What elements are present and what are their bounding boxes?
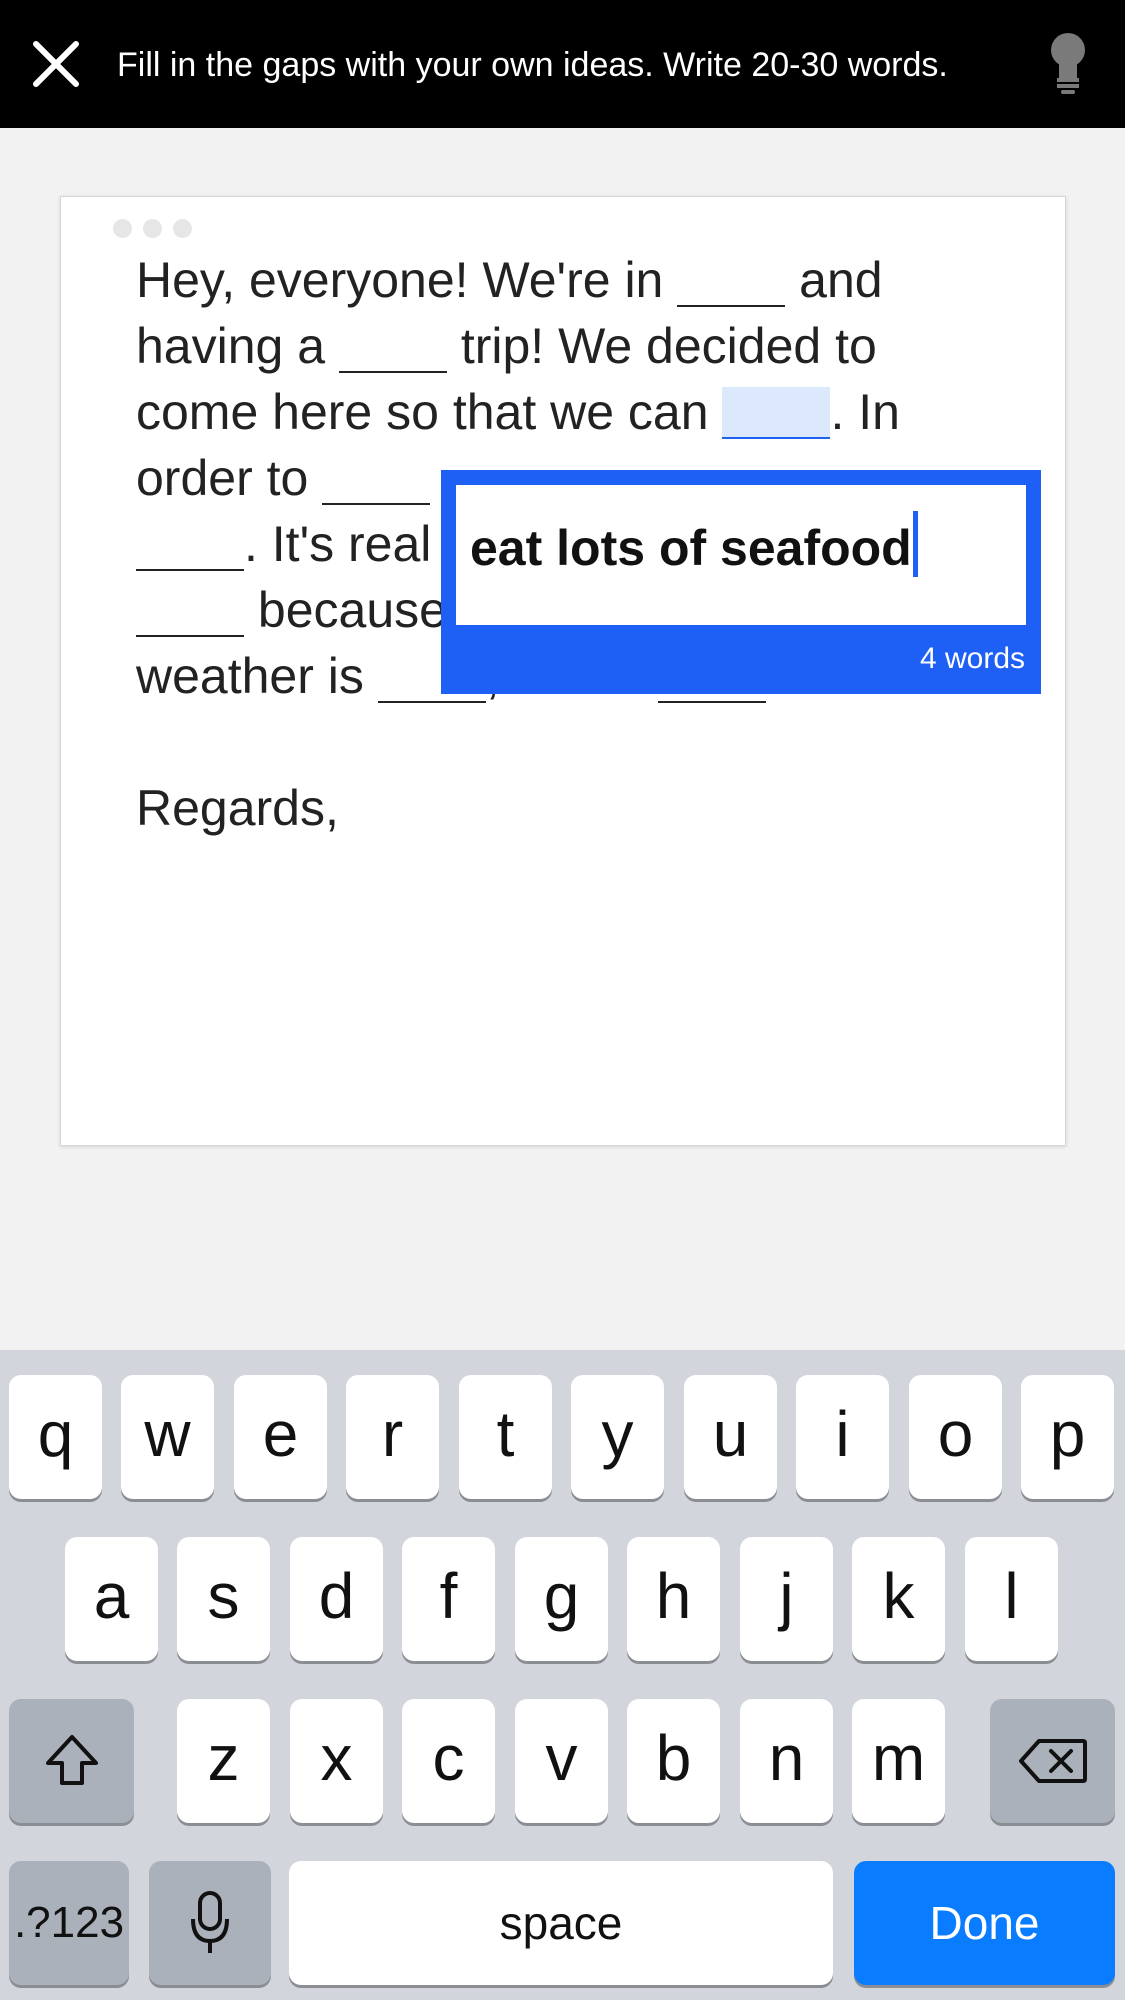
key-z[interactable]: z bbox=[177, 1699, 270, 1823]
key-p[interactable]: p bbox=[1021, 1375, 1114, 1499]
text-line: come here so that we can . In bbox=[136, 379, 1036, 445]
hint-button[interactable] bbox=[1046, 30, 1090, 96]
space-key[interactable]: space bbox=[289, 1861, 833, 1985]
key-k[interactable]: k bbox=[852, 1537, 945, 1661]
key-a[interactable]: a bbox=[65, 1537, 158, 1661]
key-s[interactable]: s bbox=[177, 1537, 270, 1661]
key-g[interactable]: g bbox=[515, 1537, 608, 1661]
more-options-icon[interactable] bbox=[113, 219, 203, 239]
text-segment: trip! We decided to bbox=[446, 318, 877, 374]
on-screen-keyboard: q w e r t y u i o p a s d f g h j k l z … bbox=[0, 1350, 1125, 2000]
closing-text: Regards, bbox=[136, 780, 339, 836]
key-x[interactable]: x bbox=[290, 1699, 383, 1823]
key-y[interactable]: y bbox=[571, 1375, 664, 1499]
backspace-icon bbox=[1018, 1739, 1087, 1783]
text-segment: weather is bbox=[136, 648, 378, 704]
gap-editor-popup: eat lots of seafood 4 words bbox=[441, 470, 1041, 694]
gap-blank[interactable] bbox=[338, 321, 447, 373]
text-segment: because bbox=[244, 582, 447, 638]
top-bar: Fill in the gaps with your own ideas. Wr… bbox=[0, 0, 1125, 128]
gap-answer-input[interactable]: eat lots of seafood bbox=[456, 485, 1026, 625]
text-segment: . It's real bbox=[244, 516, 432, 572]
gap-answer-value: eat lots of seafood bbox=[470, 520, 912, 576]
key-h[interactable]: h bbox=[627, 1537, 720, 1661]
key-u[interactable]: u bbox=[684, 1375, 777, 1499]
text-segment: Hey, everyone! We're in bbox=[136, 252, 678, 308]
text-segment: having a bbox=[136, 318, 339, 374]
lightbulb-icon bbox=[1051, 33, 1085, 94]
key-o[interactable]: o bbox=[909, 1375, 1002, 1499]
key-t[interactable]: t bbox=[459, 1375, 552, 1499]
numbers-key[interactable]: .?123 bbox=[9, 1861, 129, 1985]
text-segment: . In bbox=[830, 384, 900, 440]
backspace-key[interactable] bbox=[990, 1699, 1115, 1823]
key-w[interactable]: w bbox=[121, 1375, 214, 1499]
gap-blank[interactable] bbox=[322, 453, 431, 505]
key-d[interactable]: d bbox=[290, 1537, 383, 1661]
gap-blank-active[interactable] bbox=[722, 387, 831, 439]
close-button[interactable] bbox=[28, 36, 84, 92]
shift-icon bbox=[45, 1735, 98, 1785]
key-e[interactable]: e bbox=[234, 1375, 327, 1499]
text-segment: come here so that we can bbox=[136, 384, 723, 440]
close-icon bbox=[33, 41, 79, 87]
key-f[interactable]: f bbox=[402, 1537, 495, 1661]
key-v[interactable]: v bbox=[515, 1699, 608, 1823]
microphone-key[interactable] bbox=[149, 1861, 271, 1985]
key-r[interactable]: r bbox=[346, 1375, 439, 1499]
text-line: having a trip! We decided to bbox=[136, 313, 1036, 379]
key-m[interactable]: m bbox=[852, 1699, 945, 1823]
word-count: 4 words bbox=[919, 642, 1025, 675]
key-c[interactable]: c bbox=[402, 1699, 495, 1823]
text-line: Hey, everyone! We're in and bbox=[136, 247, 1036, 313]
text-segment: order to bbox=[136, 450, 323, 506]
key-j[interactable]: j bbox=[740, 1537, 833, 1661]
text-segment: and bbox=[785, 252, 883, 308]
microphone-icon bbox=[191, 1891, 229, 1953]
gap-blank[interactable] bbox=[136, 519, 244, 571]
gap-blank[interactable] bbox=[677, 255, 786, 307]
key-i[interactable]: i bbox=[796, 1375, 889, 1499]
done-button[interactable]: Done bbox=[854, 1861, 1115, 1985]
key-q[interactable]: q bbox=[9, 1375, 102, 1499]
instructions-text: Fill in the gaps with your own ideas. Wr… bbox=[117, 46, 948, 84]
key-b[interactable]: b bbox=[627, 1699, 720, 1823]
key-l[interactable]: l bbox=[965, 1537, 1058, 1661]
text-caret bbox=[912, 511, 918, 577]
key-n[interactable]: n bbox=[740, 1699, 833, 1823]
gap-blank[interactable] bbox=[136, 585, 244, 637]
shift-key[interactable] bbox=[9, 1699, 134, 1823]
